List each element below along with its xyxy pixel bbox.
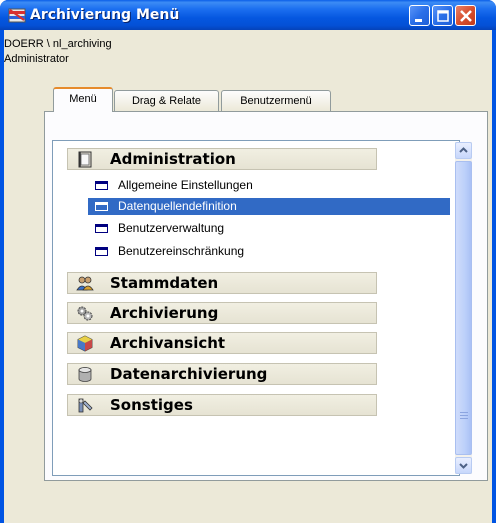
window-icon xyxy=(95,247,108,256)
group-stammdaten[interactable]: Stammdaten xyxy=(67,272,377,294)
menu-item-label: Datenquellendefinition xyxy=(118,199,237,213)
tab-label: Menü xyxy=(69,93,97,105)
close-button[interactable] xyxy=(455,5,476,26)
menu-item-benutzerverwaltung[interactable]: Benutzerverwaltung xyxy=(88,220,450,237)
tab-label: Benutzermenü xyxy=(240,95,312,107)
archive-app-icon xyxy=(8,8,26,23)
group-sonstiges[interactable]: Sonstiges xyxy=(67,394,377,416)
tab-menu[interactable]: Menü xyxy=(53,87,113,112)
tab-benutzermenu[interactable]: Benutzermenü xyxy=(221,90,331,111)
chevron-up-icon xyxy=(459,147,468,153)
group-datenarchivierung[interactable]: Datenarchivierung xyxy=(67,363,377,385)
group-label: Sonstiges xyxy=(110,396,193,414)
app-window: Archivierung Menü DOERR \ nl_archiving A… xyxy=(0,0,496,523)
scroll-up-button[interactable] xyxy=(455,142,472,159)
group-label: Stammdaten xyxy=(110,274,219,292)
thumb-grip xyxy=(460,418,468,419)
group-archivierung[interactable]: Archivierung xyxy=(67,302,377,324)
group-label: Administration xyxy=(110,150,236,168)
gears-icon xyxy=(77,306,93,321)
menu-item-label: Benutzereinschränkung xyxy=(118,244,245,258)
tab-drag-relate[interactable]: Drag & Relate xyxy=(114,90,219,111)
title-bar[interactable]: Archivierung Menü xyxy=(0,0,496,30)
chevron-down-icon xyxy=(459,463,468,469)
user-role: Administrator xyxy=(4,53,69,65)
book-icon xyxy=(78,151,92,168)
menu-item-allgemeine-einstellungen[interactable]: Allgemeine Einstellungen xyxy=(88,177,450,194)
vertical-scrollbar[interactable] xyxy=(455,142,472,474)
menu-item-label: Benutzerverwaltung xyxy=(118,221,225,235)
group-label: Archivierung xyxy=(110,304,219,322)
scroll-thumb[interactable] xyxy=(455,161,472,455)
menu-item-benutzereinschraenkung[interactable]: Benutzereinschränkung xyxy=(88,243,450,260)
window-icon xyxy=(95,181,108,190)
database-icon xyxy=(78,367,92,382)
window-frame-right xyxy=(492,30,496,523)
window-icon xyxy=(95,224,108,233)
menu-item-label: Allgemeine Einstellungen xyxy=(118,178,253,192)
menu-item-datenquellendefinition[interactable]: Datenquellendefinition xyxy=(88,198,450,215)
close-icon xyxy=(460,10,472,22)
group-label: Datenarchivierung xyxy=(110,365,268,383)
cube-icon xyxy=(77,335,93,352)
group-archivansicht[interactable]: Archivansicht xyxy=(67,332,377,354)
maximize-icon xyxy=(437,10,449,22)
group-administration[interactable]: Administration xyxy=(67,148,377,170)
minimize-icon xyxy=(415,19,422,22)
window-title: Archivierung Menü xyxy=(30,7,180,23)
tools-icon xyxy=(78,398,93,413)
scroll-down-button[interactable] xyxy=(455,457,472,474)
users-icon xyxy=(76,276,94,291)
maximize-button[interactable] xyxy=(432,5,453,26)
thumb-grip xyxy=(460,412,468,413)
window-icon xyxy=(95,202,108,211)
tab-label: Drag & Relate xyxy=(131,95,202,107)
minimize-button[interactable] xyxy=(409,5,430,26)
user-path: DOERR \ nl_archiving xyxy=(4,38,112,50)
group-label: Archivansicht xyxy=(110,334,226,352)
thumb-grip xyxy=(460,415,468,416)
